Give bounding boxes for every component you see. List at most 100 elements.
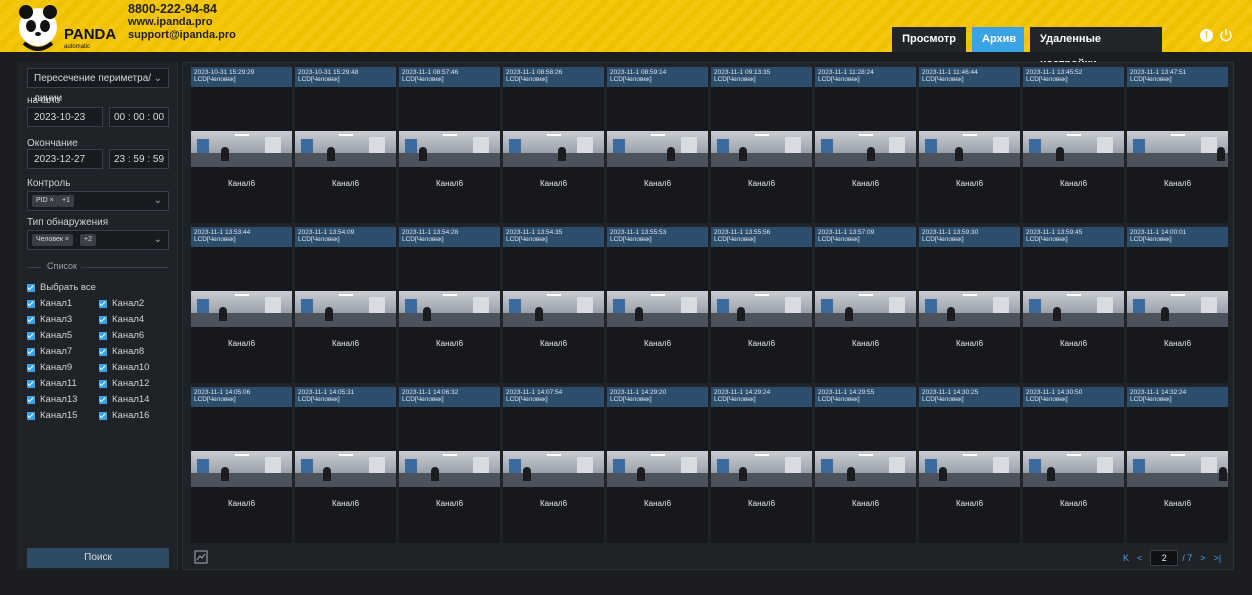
snapshot-thumbnail[interactable] [399,451,500,487]
tab-remote-settings[interactable]: Удаленные настройки [1030,27,1162,70]
start-time-field[interactable]: 00 : 00 : 00 [109,107,169,127]
snapshot-thumbnail[interactable] [399,291,500,327]
result-card[interactable]: 2023-11-1 11:46:44 LCD[Человек] Канал6 [919,67,1020,223]
result-card[interactable]: 2023-11-1 14:05:31 LCD[Человек] Канал6 [295,387,396,543]
result-card[interactable]: 2023-11-1 13:59:30 LCD[Человек] Канал6 [919,227,1020,383]
control-select[interactable]: PID × +1 ⌄ [27,191,169,211]
snapshot-thumbnail[interactable] [1127,451,1228,487]
snapshot-thumbnail[interactable] [1127,291,1228,327]
end-time-field[interactable]: 23 : 59 : 59 [109,149,169,169]
result-card[interactable]: 2023-11-1 14:29:24 LCD[Человек] Канал6 [711,387,812,543]
result-card[interactable]: 2023-11-1 14:05:06 LCD[Человек] Канал6 [191,387,292,543]
snapshot-thumbnail[interactable] [503,451,604,487]
channel-checkbox[interactable]: Канал1 [27,298,72,309]
channel-checkbox[interactable]: Канал7 [27,346,72,357]
snapshot-thumbnail[interactable] [503,131,604,167]
snapshot-thumbnail[interactable] [815,291,916,327]
detect-type-select[interactable]: Человек × +2 ⌄ [27,230,169,250]
result-card[interactable]: 2023-11-1 08:59:14 LCD[Человек] Канал6 [607,67,708,223]
start-date-field[interactable]: 2023-10-23 [27,107,103,127]
snapshot-thumbnail[interactable] [1023,291,1124,327]
snapshot-thumbnail[interactable] [711,131,812,167]
snapshot-thumbnail[interactable] [815,131,916,167]
snapshot-thumbnail[interactable] [1023,451,1124,487]
result-card[interactable]: 2023-11-1 13:54:28 LCD[Человек] Канал6 [399,227,500,383]
result-card[interactable]: 2023-11-1 13:54:35 LCD[Человек] Канал6 [503,227,604,383]
snapshot-thumbnail[interactable] [191,131,292,167]
result-card[interactable]: 2023-11-1 14:07:54 LCD[Человек] Канал6 [503,387,604,543]
prev-page-button[interactable]: < [1137,553,1142,563]
control-tag-pid[interactable]: PID × [32,195,58,207]
channel-checkbox[interactable]: Канал6 [99,330,144,341]
channel-checkbox[interactable]: Канал5 [27,330,72,341]
snapshot-thumbnail[interactable] [711,451,812,487]
warning-icon[interactable]: ! [1200,28,1213,42]
snapshot-thumbnail[interactable] [815,451,916,487]
event-type-select[interactable]: Пересечение периметра/линии ⌄ [27,68,169,104]
result-card[interactable]: 2023-11-1 13:54:09 LCD[Человек] Канал6 [295,227,396,383]
result-card[interactable]: 2023-11-1 14:32:24 LCD[Человек] Канал6 [1127,387,1228,543]
channel-checkbox[interactable]: Канал2 [99,298,144,309]
result-card[interactable]: 2023-11-1 14:29:55 LCD[Человек] Канал6 [815,387,916,543]
snapshot-thumbnail[interactable] [295,131,396,167]
select-all-checkbox[interactable]: Выбрать все [27,282,96,293]
result-card[interactable]: 2023-11-1 13:55:53 LCD[Человек] Канал6 [607,227,708,383]
result-card[interactable]: 2023-10-31 15:29:29 LCD[Человек] Канал6 [191,67,292,223]
result-card[interactable]: 2023-11-1 14:30:50 LCD[Человек] Канал6 [1023,387,1124,543]
end-date-field[interactable]: 2023-12-27 [27,149,103,169]
result-card[interactable]: 2023-11-1 13:45:52 LCD[Человек] Канал6 [1023,67,1124,223]
support-email[interactable]: support@ipanda.pro [128,29,236,42]
snapshot-thumbnail[interactable] [191,451,292,487]
channel-checkbox[interactable]: Канал14 [99,394,149,405]
channel-checkbox[interactable]: Канал8 [99,346,144,357]
result-card[interactable]: 2023-11-1 13:47:51 LCD[Человек] Канал6 [1127,67,1228,223]
result-card[interactable]: 2023-11-1 13:57:09 LCD[Человек] Канал6 [815,227,916,383]
result-card[interactable]: 2023-10-31 15:29:48 LCD[Человек] Канал6 [295,67,396,223]
channel-checkbox[interactable]: Канал16 [99,410,149,421]
channel-checkbox[interactable]: Канал13 [27,394,77,405]
channel-checkbox[interactable]: Канал9 [27,362,72,373]
snapshot-thumbnail[interactable] [607,291,708,327]
result-card[interactable]: 2023-11-1 14:00:01 LCD[Человек] Канал6 [1127,227,1228,383]
power-icon[interactable] [1219,28,1233,42]
channel-checkbox[interactable]: Канал11 [27,378,77,389]
snapshot-thumbnail[interactable] [503,291,604,327]
detect-tag-human[interactable]: Человек × [32,234,74,246]
channel-checkbox[interactable]: Канал3 [27,314,72,325]
snapshot-thumbnail[interactable] [711,291,812,327]
snapshot-thumbnail[interactable] [1023,131,1124,167]
channel-checkbox[interactable]: Канал12 [99,378,149,389]
snapshot-thumbnail[interactable] [919,131,1020,167]
current-page-input[interactable]: 2 [1150,550,1179,566]
tab-archive[interactable]: Архив [972,27,1024,52]
snapshot-thumbnail[interactable] [1127,131,1228,167]
result-card[interactable]: 2023-11-1 08:57:46 LCD[Человек] Канал6 [399,67,500,223]
result-card[interactable]: 2023-11-1 08:58:26 LCD[Человек] Канал6 [503,67,604,223]
snapshot-thumbnail[interactable] [399,131,500,167]
result-card[interactable]: 2023-11-1 11:28:24 LCD[Человек] Канал6 [815,67,916,223]
result-card[interactable]: 2023-11-1 13:59:45 LCD[Человек] Канал6 [1023,227,1124,383]
channel-checkbox[interactable]: Канал15 [27,410,77,421]
result-card[interactable]: 2023-11-1 14:29:20 LCD[Человек] Канал6 [607,387,708,543]
search-button[interactable]: Поиск [27,548,169,568]
channel-checkbox[interactable]: Канал4 [99,314,144,325]
result-card[interactable]: 2023-11-1 13:55:56 LCD[Человек] Канал6 [711,227,812,383]
snapshot-thumbnail[interactable] [295,291,396,327]
next-page-button[interactable]: > [1200,553,1205,563]
channel-checkbox[interactable]: Канал10 [99,362,149,373]
snapshot-thumbnail[interactable] [295,451,396,487]
snapshot-thumbnail[interactable] [919,291,1020,327]
last-page-button[interactable]: >| [1214,553,1222,563]
image-export-icon[interactable] [194,550,208,564]
website[interactable]: www.ipanda.pro [128,16,236,29]
snapshot-thumbnail[interactable] [607,451,708,487]
result-card[interactable]: 2023-11-1 13:53:44 LCD[Человек] Канал6 [191,227,292,383]
result-card[interactable]: 2023-11-1 14:30:25 LCD[Человек] Канал6 [919,387,1020,543]
snapshot-thumbnail[interactable] [919,451,1020,487]
result-card[interactable]: 2023-11-1 14:06:32 LCD[Человек] Канал6 [399,387,500,543]
first-page-button[interactable]: K [1123,553,1129,563]
result-card[interactable]: 2023-11-1 09:13:35 LCD[Человек] Канал6 [711,67,812,223]
tab-preview[interactable]: Просмотр [892,27,966,52]
snapshot-thumbnail[interactable] [191,291,292,327]
snapshot-thumbnail[interactable] [607,131,708,167]
